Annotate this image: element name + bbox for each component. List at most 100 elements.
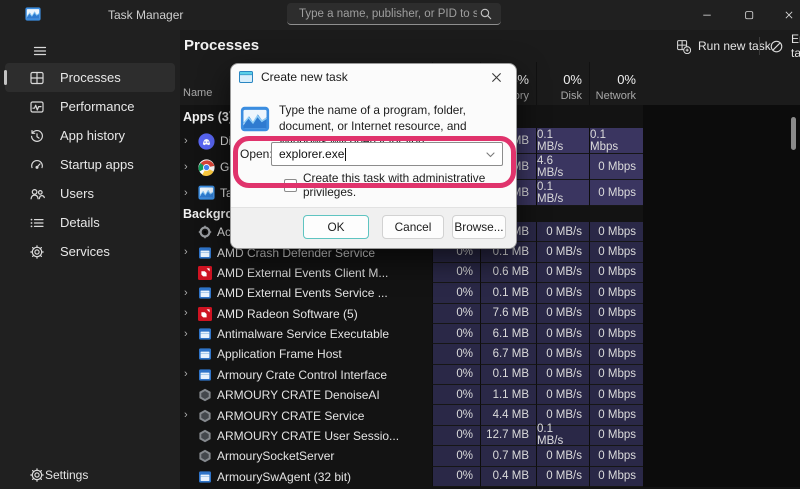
row-filler (643, 405, 800, 426)
vertical-scrollbar[interactable] (791, 117, 796, 150)
row-filler (643, 242, 800, 263)
network-value-cell: 0 Mbps (589, 154, 643, 180)
memory-value-cell: 7.6 MB (480, 303, 536, 324)
window-icon (198, 470, 212, 484)
sidebar-item-startup-apps[interactable]: Startup apps (5, 150, 175, 179)
network-value-cell: 0 Mbps (589, 466, 643, 487)
row-filler (643, 206, 800, 222)
process-name-cell: › Armoury Crate Control Interface (180, 365, 432, 385)
row-filler (643, 262, 800, 284)
sidebar-item-label: Performance (60, 99, 135, 114)
open-label: Open: (240, 147, 273, 161)
sidebar-item-label: App history (60, 128, 126, 143)
create-new-task-dialog: Create new task Type the name of a progr… (230, 63, 517, 249)
sidebar: Processes Performance App history Startu… (0, 30, 180, 489)
process-name-cell: ARMOURY CRATE DenoiseAI (180, 385, 432, 405)
armoury-icon (198, 409, 212, 423)
process-row[interactable]: › Antimalware Service Executable 0% 6.1 MB 0… (180, 323, 800, 345)
users-icon (29, 186, 45, 202)
network-value-cell: 0 Mbps (589, 364, 643, 385)
process-row[interactable]: › Armoury Crate Control Interface 0% 0.1 MB… (180, 364, 800, 385)
open-input-value: explorer.exe (279, 147, 345, 161)
process-name-cell: ArmourySwAgent (32 bit) (180, 467, 432, 487)
open-input[interactable]: explorer.exe (271, 142, 503, 166)
disk-value-cell: 0.1 MB/s (536, 423, 589, 447)
memory-value-cell: 0.1 MB (480, 283, 536, 304)
run-new-task-icon (676, 39, 691, 54)
network-total: 0% (617, 72, 636, 87)
dialog-close-icon[interactable] (482, 66, 510, 88)
process-name: ARMOURY CRATE User Sessio... (217, 428, 400, 443)
disk-value-cell: 0 MB/s (536, 323, 589, 345)
expand-chevron-icon[interactable]: › (184, 308, 194, 319)
process-row[interactable]: ArmourySwAgent (32 bit) 0% 0.4 MB 0 MB/s 0 M… (180, 466, 800, 487)
row-filler (643, 283, 800, 304)
minimize-button[interactable] (687, 0, 727, 30)
sidebar-item-services[interactable]: Services (5, 237, 175, 266)
cancel-button[interactable]: Cancel (382, 215, 444, 239)
end-task-label: End task (791, 32, 800, 60)
column-header-disk[interactable]: 0% Disk (536, 62, 589, 105)
window-icon (198, 327, 212, 341)
row-filler (643, 303, 800, 324)
end-task-button[interactable]: End task (765, 32, 800, 60)
process-row[interactable]: AMD External Events Client M... 0% 0.6 MB 0… (180, 262, 800, 284)
process-row[interactable]: Application Frame Host 0% 6.7 MB 0 MB/s 0 Mb… (180, 344, 800, 365)
gear-icon (198, 225, 212, 239)
task-manager-icon (240, 106, 270, 132)
network-value-cell: 0 Mbps (589, 222, 643, 243)
network-value-cell: 0 Mbps (589, 262, 643, 284)
sidebar-item-details[interactable]: Details (5, 208, 175, 237)
admin-privileges-checkbox-row[interactable]: Create this task with administrative pri… (284, 171, 516, 199)
dialog-window-icon (239, 71, 253, 83)
navigation-menu-button[interactable] (28, 39, 52, 63)
network-value-cell: 0 Mbps (589, 446, 643, 467)
expand-chevron-icon[interactable]: › (184, 247, 194, 258)
processes-icon (29, 70, 45, 86)
cpu-value-cell: 0% (432, 323, 480, 345)
process-row[interactable]: ARMOURY CRATE User Sessio... 0% 12.7 MB 0.1… (180, 423, 800, 447)
process-row[interactable]: › ARMOURY CRATE Service 0% 4.4 MB 0 MB/s 0 Mb… (180, 405, 800, 426)
armoury-icon (198, 429, 212, 443)
process-name: ARMOURY CRATE Service (217, 408, 365, 423)
process-name: AMD External Events Client M... (217, 265, 389, 280)
row-filler (643, 128, 800, 154)
amd-icon (198, 265, 212, 280)
search-input[interactable] (297, 6, 479, 21)
expand-chevron-icon[interactable]: › (184, 161, 194, 173)
process-row[interactable]: ArmourySocketServer 0% 0.7 MB 0 MB/s 0 Mbps (180, 446, 800, 467)
process-row[interactable]: ARMOURY CRATE DenoiseAI 0% 1.1 MB 0 MB/s 0 M… (180, 385, 800, 406)
process-name: Application Frame Host (217, 347, 342, 362)
combo-chevron-down-icon[interactable] (486, 152, 495, 158)
maximize-button[interactable] (729, 0, 769, 30)
sidebar-item-users[interactable]: Users (5, 179, 175, 208)
close-button[interactable] (769, 0, 800, 30)
cpu-value-cell: 0% (432, 425, 480, 447)
page-title: Processes (184, 37, 260, 54)
sidebar-item-performance[interactable]: Performance (5, 92, 175, 121)
sidebar-item-processes[interactable]: Processes (4, 63, 175, 92)
expand-chevron-icon[interactable]: › (184, 328, 194, 340)
expand-chevron-icon[interactable]: › (184, 410, 194, 421)
sidebar-item-app-history[interactable]: App history (5, 121, 175, 150)
search-box[interactable] (287, 3, 501, 25)
browse-button[interactable]: Browse... (452, 215, 506, 239)
expand-chevron-icon[interactable]: › (184, 287, 194, 299)
row-filler (643, 180, 800, 206)
process-name: AMD External Events Service ... (217, 286, 388, 301)
column-header-network[interactable]: 0% Network (589, 62, 643, 105)
expand-chevron-icon[interactable]: › (184, 187, 194, 199)
expand-chevron-icon[interactable]: › (184, 135, 194, 147)
process-row[interactable]: › AMD Radeon Software (5) 0% 7.6 MB 0 MB/s 0 … (180, 303, 800, 324)
ok-button[interactable]: OK (303, 215, 369, 239)
sidebar-item-settings[interactable]: Settings (5, 460, 175, 489)
process-name: AMD Radeon Software (5) (217, 306, 358, 321)
disk-value-cell: 0 MB/s (536, 385, 589, 406)
network-value-cell: 0 Mbps (589, 303, 643, 324)
checkbox-unchecked[interactable] (284, 178, 297, 192)
memory-value-cell: 0.4 MB (480, 466, 536, 487)
expand-chevron-icon[interactable]: › (184, 369, 194, 380)
process-row[interactable]: › AMD External Events Service ... 0% 0.1 MB… (180, 283, 800, 304)
disk-label: Disk (560, 90, 582, 102)
column-header-name[interactable]: Name (183, 87, 212, 99)
